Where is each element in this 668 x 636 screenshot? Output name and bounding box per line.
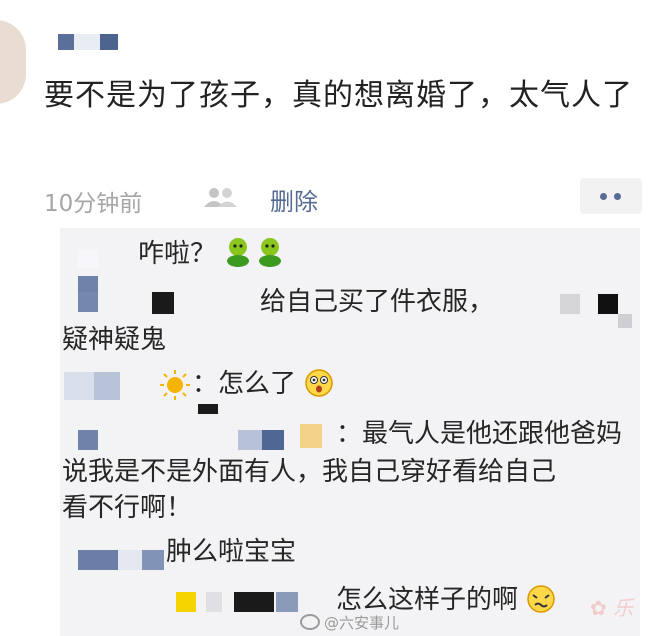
comment-4-line3-text[interactable]: 看不行啊！ [62, 490, 192, 526]
commenter-name-mosaic [78, 550, 168, 572]
watermark-text: @六安事儿 [324, 614, 400, 632]
poster-avatar[interactable] [0, 20, 26, 104]
comment-3[interactable]: ：怎么了 [192, 366, 334, 402]
corner-stamp-logo: ✿ 乐 [590, 596, 634, 620]
comment-5-text[interactable]: 肿么啦宝宝 [166, 534, 296, 570]
comment-1[interactable]: 咋啦？ [138, 236, 286, 272]
comment-4-line2-text[interactable]: 说我是不是外面有人，我自己穿好看给自己 [62, 454, 556, 490]
comment-6-text: 怎么这样子的啊 [336, 585, 519, 615]
friends-visibility-icon [204, 188, 237, 207]
sun-icon [160, 370, 190, 400]
post-meta: 10分钟前 删除 [44, 178, 644, 217]
weibo-logo-icon [300, 614, 320, 630]
poster-name-mosaic[interactable] [58, 34, 120, 50]
green-face-icon [227, 238, 282, 267]
comment-section: 咋啦？ 给自己买了件衣服， 疑神疑鬼 ：怎么了 ：最气人是他还跟他爸妈 说我是不… [60, 228, 640, 636]
more-options-button[interactable] [580, 178, 642, 214]
comment-4-text[interactable]: ：最气人是他还跟他爸妈 [336, 416, 622, 452]
commenter-name-mosaic [78, 288, 208, 318]
commenter-name-mosaic [78, 404, 338, 450]
post-text: 要不是为了孩子，真的想离婚了，太气人了 [44, 78, 633, 113]
comment-2-text[interactable]: 给自己买了件衣服， [260, 284, 494, 320]
more-dot-icon [600, 193, 607, 200]
confused-face-icon [527, 585, 556, 613]
shocked-face-icon [305, 369, 334, 397]
reply-mosaic [560, 294, 640, 328]
comment-1-text: 咋啦？ [138, 239, 217, 269]
post-time: 10分钟前 [44, 191, 143, 217]
comment-2-continued-text[interactable]: 疑神疑鬼 [62, 322, 166, 358]
delete-link[interactable]: 删除 [270, 182, 318, 217]
comment-3-text: ：怎么了 [192, 369, 297, 399]
weibo-watermark: @六安事儿 [300, 612, 399, 633]
more-dot-icon [614, 193, 621, 200]
commenter-name-mosaic [176, 592, 336, 614]
